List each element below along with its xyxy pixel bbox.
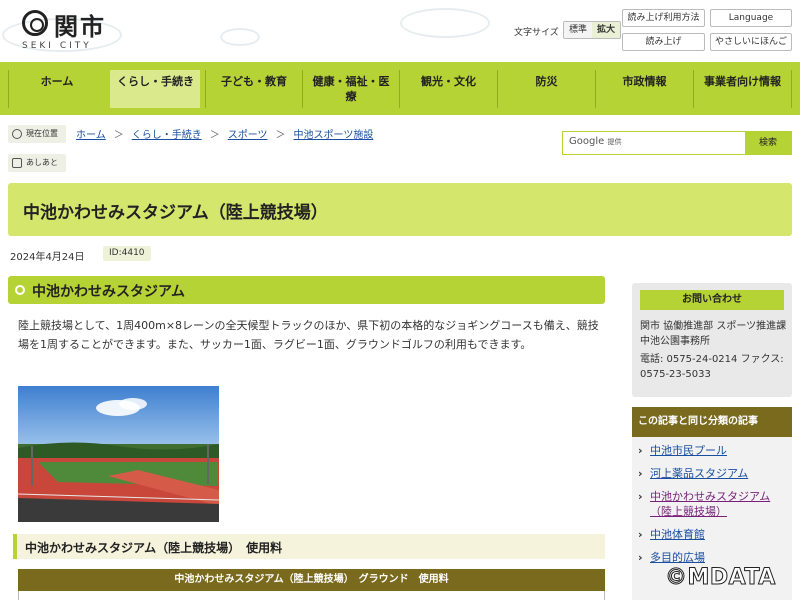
history-badge[interactable]: あしあと: [8, 154, 66, 172]
current-location-label: 現在位置: [26, 129, 58, 138]
city-emblem-icon: [22, 10, 48, 36]
site-search: Google 提供 検索: [562, 131, 792, 155]
publish-date: 2024年4月24日: [10, 252, 85, 263]
location-icon: [12, 129, 22, 139]
page-title-box: 中池かわせみスタジアム（陸上競技場）: [8, 183, 792, 236]
logo-sub: SEKI CITY: [22, 41, 92, 51]
fontsize-standard-button[interactable]: 標準: [564, 22, 592, 38]
easy-japanese-button[interactable]: やさしいにほんご: [710, 33, 792, 51]
list-item[interactable]: 中池市民プール: [638, 443, 788, 458]
related-title: この記事と同じ分類の記事: [632, 407, 792, 437]
table-row: [18, 591, 605, 600]
related-list: 中池市民プール 河上薬品スタジアム 中池かわせみスタジアム（陸上競技場） 中池体…: [638, 443, 788, 573]
readaloud-button[interactable]: 読み上げ: [622, 33, 705, 51]
nav-item-home[interactable]: ホーム: [8, 70, 105, 108]
breadcrumb-sep: ＞: [275, 130, 286, 141]
nav-item-children[interactable]: 子ども・教育: [205, 70, 302, 108]
section-heading-text: 中池かわせみスタジアム: [32, 284, 186, 300]
fee-heading-text: 中池かわせみスタジアム（陸上競技場） 使用料: [25, 541, 283, 555]
decor-swirl: [220, 28, 260, 46]
body-text: 陸上競技場として、1周400m×8レーンの全天候型トラックのほか、県下初の本格的…: [18, 319, 599, 351]
list-item[interactable]: 中池かわせみスタジアム（陸上競技場）: [638, 489, 788, 519]
breadcrumb-nakaike[interactable]: 中池スポーツ施設: [294, 130, 374, 141]
contact-box: お問い合わせ 関市 協働推進部 スポーツ推進課 中池公園事務所 電話: 0575…: [632, 283, 797, 397]
fee-heading: 中池かわせみスタジアム（陸上競技場） 使用料: [13, 534, 605, 559]
nav-item-health[interactable]: 健康・福祉・医療: [302, 70, 399, 108]
breadcrumb-sports[interactable]: スポーツ: [228, 130, 268, 141]
bullet-icon: [15, 285, 25, 295]
fee-table-caption: 中池かわせみスタジアム（陸上競技場） グラウンド 使用料: [18, 569, 605, 591]
list-item[interactable]: 中池体育館: [638, 527, 788, 542]
watermark: ©MDATA: [665, 565, 776, 591]
site-logo[interactable]: 関市 SEKI CITY: [22, 8, 132, 51]
site-header: 関市 SEKI CITY 文字サイズ 標準 拡大 読み上げ利用方法 Langua…: [0, 0, 800, 62]
list-item[interactable]: 河上薬品スタジアム: [638, 466, 788, 481]
logo-name: 関市: [54, 13, 106, 41]
breadcrumb-living[interactable]: くらし・手続き: [132, 130, 202, 141]
fontsize-large-button[interactable]: 拡大: [592, 22, 620, 38]
stadium-photo: [18, 386, 219, 522]
breadcrumb-home[interactable]: ホーム: [76, 130, 106, 141]
history-label: あしあと: [26, 158, 58, 167]
contact-org: 関市 協働推進部 スポーツ推進課 中池公園事務所: [640, 321, 797, 347]
global-nav: ホーム くらし・手続き 子ども・教育 健康・福祉・医療 観光・文化 防災 市政情…: [0, 62, 800, 115]
breadcrumb-sep: ＞: [209, 130, 220, 141]
footprints-icon: [12, 158, 22, 168]
nav-item-disaster[interactable]: 防災: [497, 70, 595, 108]
section-heading: 中池かわせみスタジアム: [8, 276, 605, 304]
page-id-badge: ID:4410: [103, 246, 151, 261]
list-item[interactable]: 多目的広場: [638, 550, 788, 565]
current-location-badge: 現在位置: [8, 125, 66, 143]
contact-tel: 電話: 0575-24-0214 ファクス: 0575-23-5033: [640, 354, 784, 380]
decor-swirl: [400, 8, 490, 38]
google-label: Google 提供: [569, 136, 622, 147]
nav-item-living[interactable]: くらし・手続き: [110, 70, 200, 108]
fontsize-label: 文字サイズ: [514, 28, 559, 38]
contact-title: お問い合わせ: [640, 290, 784, 310]
breadcrumb-sep: ＞: [113, 130, 124, 141]
nav-item-city-info[interactable]: 市政情報: [595, 70, 693, 108]
page-title: 中池かわせみスタジアム（陸上競技場）: [23, 203, 328, 223]
breadcrumb: ホーム ＞ くらし・手続き ＞ スポーツ ＞ 中池スポーツ施設: [76, 126, 373, 141]
nav-item-tourism[interactable]: 観光・文化: [399, 70, 497, 108]
fontsize-toggle: 標準 拡大: [563, 21, 621, 39]
readaloud-howto-button[interactable]: 読み上げ利用方法: [622, 9, 705, 27]
nav-item-business[interactable]: 事業者向け情報: [693, 70, 792, 108]
search-button[interactable]: 検索: [745, 132, 791, 154]
language-button[interactable]: Language: [710, 9, 792, 27]
